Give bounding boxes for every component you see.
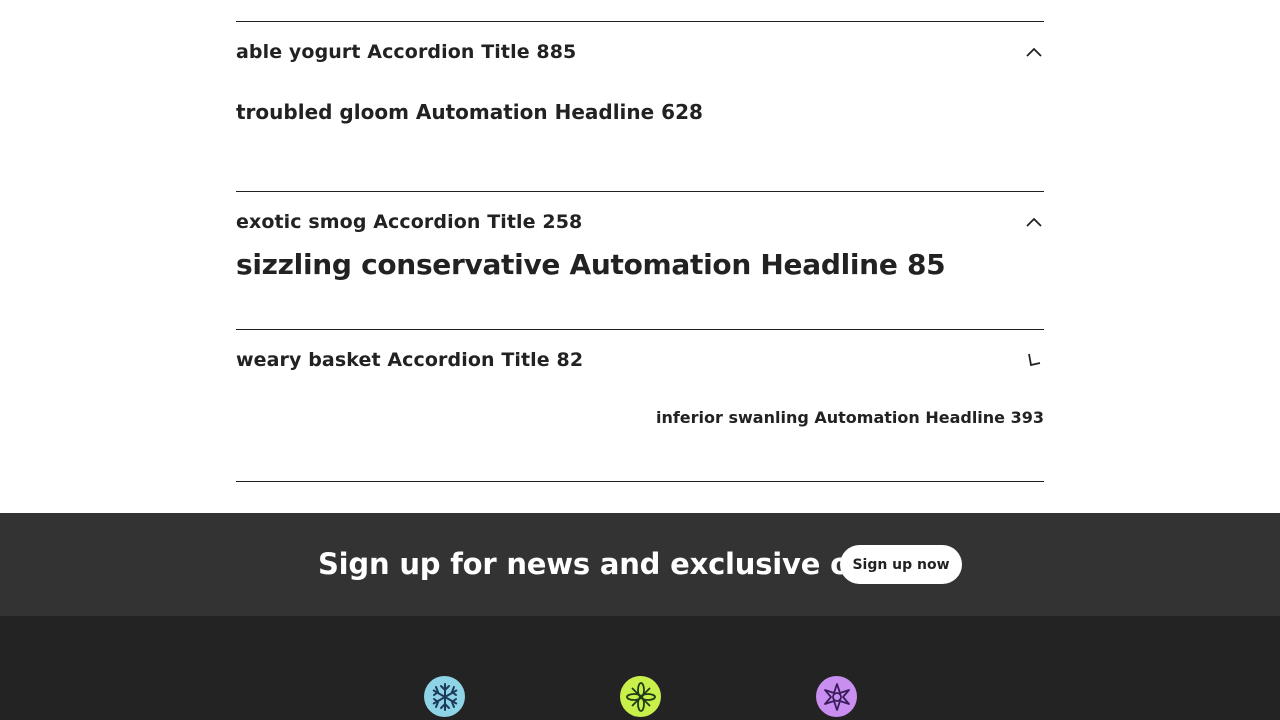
accordion-header[interactable]: exotic smog Accordion Title 258 (236, 192, 1044, 252)
signup-button[interactable]: Sign up now (840, 545, 962, 584)
footer (0, 616, 1280, 720)
accordion-item: weary basket Accordion Title 82 inferior… (236, 329, 1044, 481)
flower-icon[interactable] (620, 676, 661, 717)
accordion-header[interactable]: weary basket Accordion Title 82 (236, 330, 1044, 390)
chevron-rotating-icon[interactable] (1024, 350, 1044, 370)
accordion-title: exotic smog Accordion Title 258 (236, 211, 583, 233)
accordion-title: weary basket Accordion Title 82 (236, 349, 584, 371)
chevron-up-icon[interactable] (1024, 212, 1044, 232)
snowflake-icon[interactable] (424, 676, 465, 717)
accordion-item: exotic smog Accordion Title 258 sizzling… (236, 191, 1044, 329)
accordion-headline: inferior swanling Automation Headline 39… (655, 408, 1044, 427)
newsletter-text: Sign up for news and exclusive offers (318, 547, 926, 581)
star-burst-icon[interactable] (816, 676, 857, 717)
accordion-divider (236, 481, 1044, 482)
accordion-headline: troubled gloom Automation Headline 628 (236, 100, 703, 124)
accordion-header[interactable]: able yogurt Accordion Title 885 (236, 22, 1044, 82)
chevron-up-icon[interactable] (1024, 42, 1044, 62)
accordion-item: able yogurt Accordion Title 885 troubled… (236, 21, 1044, 191)
newsletter-banner: Sign up for news and exclusive offers Si… (0, 513, 1280, 616)
accordion-title: able yogurt Accordion Title 885 (236, 41, 577, 63)
accordion-headline: sizzling conservative Automation Headlin… (236, 248, 946, 281)
